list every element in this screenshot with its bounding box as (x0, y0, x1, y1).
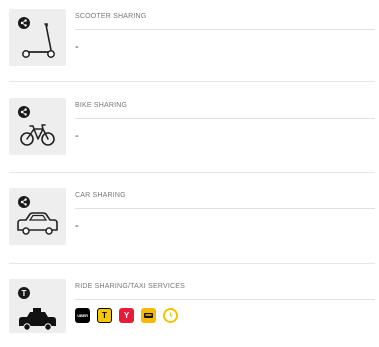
section-divider (9, 263, 375, 264)
yandex-taxi-logo-icon[interactable]: T (97, 308, 112, 323)
car-icon (17, 212, 58, 235)
scooter-icon (22, 23, 55, 58)
section-title: CAR SHARING (75, 192, 126, 199)
taxi-icon (19, 308, 56, 331)
citymobil-logo-icon[interactable] (141, 308, 156, 323)
section-divider (9, 81, 375, 82)
section-value: - (75, 220, 79, 232)
title-underline (75, 299, 375, 300)
ride-sharing-tile: T (9, 279, 66, 333)
section-title: RIDE SHARING/TAXI SERVICES (75, 283, 185, 290)
gett-logo-icon[interactable] (163, 308, 178, 323)
yandex-go-logo-icon[interactable]: Y (119, 308, 134, 323)
scooter-sharing-tile (9, 9, 66, 66)
title-underline (75, 118, 375, 119)
yandex-taxi-label: T (102, 310, 107, 320)
uber-logo-icon[interactable]: UBER (75, 308, 90, 323)
bicycle-icon (20, 124, 55, 146)
title-underline (75, 29, 375, 30)
car-sharing-section: CAR SHARING - (0, 188, 379, 256)
uber-label: UBER (77, 312, 88, 318)
yandex-go-label: Y (123, 310, 130, 320)
bike-sharing-section: BIKE SHARING - (0, 98, 379, 166)
taxi-provider-list: UBER T Y (75, 308, 178, 326)
scooter-sharing-section: SCOOTER SHARING - (0, 9, 379, 77)
car-sharing-tile (9, 188, 66, 245)
section-title: SCOOTER SHARING (75, 13, 147, 20)
title-underline (75, 208, 375, 209)
bike-sharing-tile (9, 98, 66, 155)
section-value: - (75, 130, 79, 142)
section-divider (9, 172, 375, 173)
section-value: - (75, 41, 79, 53)
section-title: BIKE SHARING (75, 102, 128, 109)
ride-sharing-section: T RIDE SHARING/TAXI SERVICES UBER T Y (0, 279, 379, 347)
